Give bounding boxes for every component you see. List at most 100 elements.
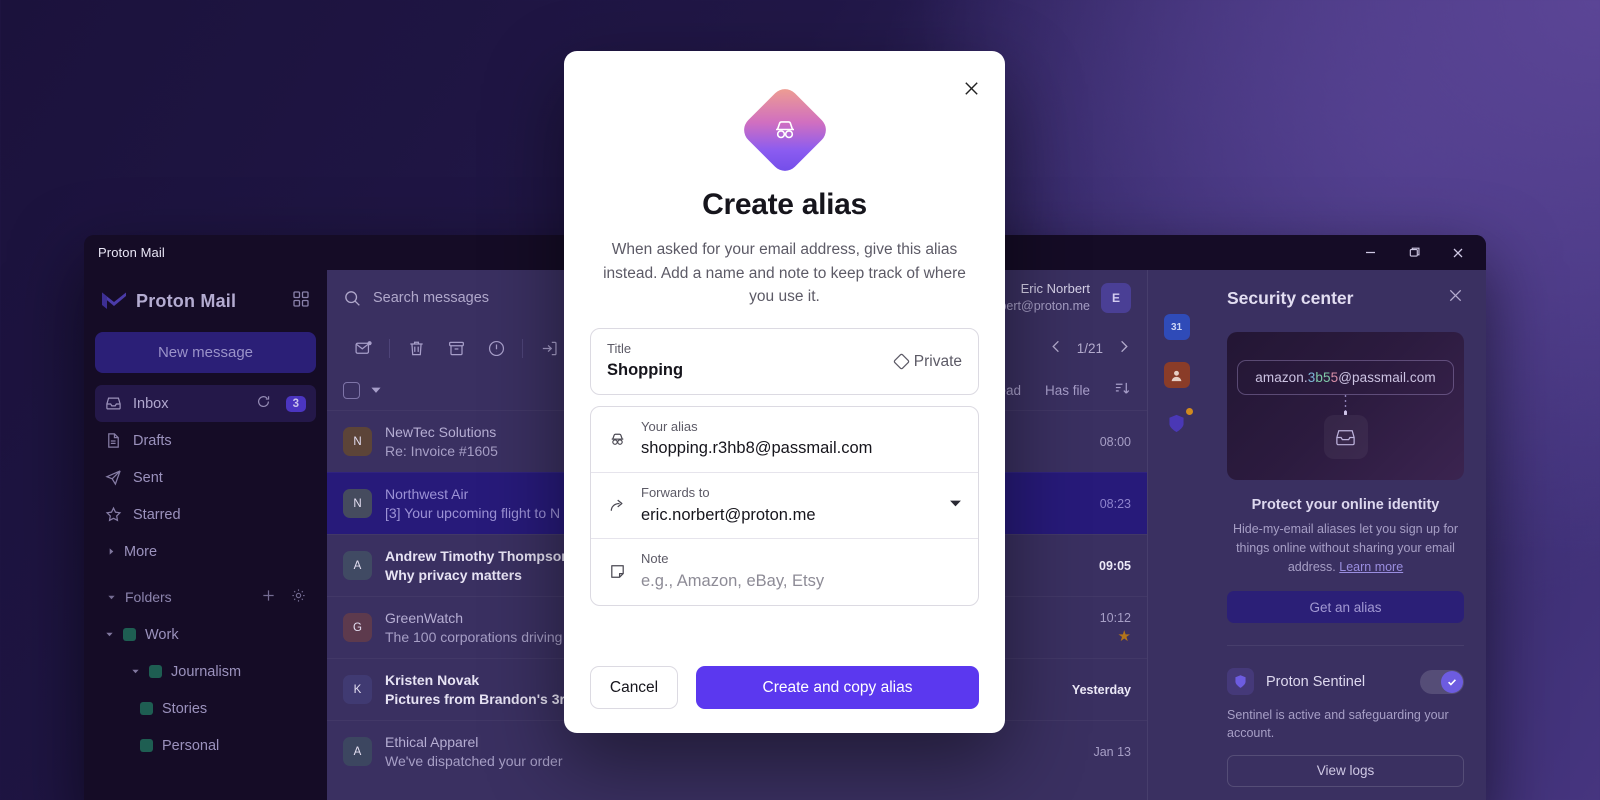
promo-illustration: amazon.3b55@passmail.com [1227, 332, 1464, 480]
chevron-down-icon[interactable] [370, 384, 382, 396]
alias-value[interactable]: shopping.r3hb8@passmail.com [641, 437, 962, 461]
filter-has-file[interactable]: Has file [1045, 383, 1090, 398]
sidebar-item-label: Drafts [133, 432, 172, 449]
chevron-down-icon[interactable] [949, 497, 962, 515]
learn-more-link[interactable]: Learn more [1339, 560, 1403, 574]
mark-unread-icon[interactable] [343, 333, 383, 363]
status-badge: Private [893, 353, 962, 371]
toolbar-divider [389, 338, 390, 358]
dotted-connector [1344, 395, 1347, 415]
chevron-down-icon[interactable] [131, 667, 140, 676]
calendar-day: 31 [1170, 321, 1183, 333]
sidebar-item-sent[interactable]: Sent [95, 459, 316, 496]
view-logs-button[interactable]: View logs [1227, 754, 1464, 787]
folder-stories[interactable]: Stories [95, 690, 316, 727]
minimize-button[interactable] [1348, 236, 1392, 269]
folder-label: Stories [162, 700, 208, 717]
avatar: A [343, 737, 372, 766]
note-field[interactable]: Note e.g., Amazon, eBay, Etsy [591, 538, 978, 604]
shield-icon[interactable] [1164, 408, 1193, 436]
check-icon [1448, 678, 1456, 686]
proton-sentinel-row: Proton Sentinel [1227, 668, 1464, 696]
sidebar-item-more[interactable]: More [95, 533, 316, 570]
promo-alias-text: amazon.3b55@passmail.com [1237, 360, 1454, 395]
privacy-label: Private [913, 352, 962, 370]
message-meta: 08:23 [1035, 497, 1131, 511]
prev-page-button[interactable] [1049, 339, 1064, 357]
title-input[interactable]: Shopping [607, 359, 879, 383]
calendar-icon[interactable]: 31 [1163, 314, 1190, 340]
archive-icon[interactable] [436, 333, 476, 363]
folder-color-swatch [149, 665, 162, 678]
folder-work[interactable]: Work [95, 616, 316, 653]
message-meta: 09:05 [1035, 559, 1131, 573]
sentinel-toggle[interactable] [1420, 669, 1464, 694]
message-time: 10:12 [1099, 611, 1131, 625]
diamond-icon [893, 353, 909, 370]
folder-journalism[interactable]: Journalism [95, 653, 316, 690]
move-to-icon[interactable] [529, 333, 569, 363]
sidebar-item-label: Sent [133, 469, 163, 486]
folder-settings-icon[interactable] [291, 588, 306, 606]
message-time: 08:23 [1099, 496, 1131, 511]
search-icon [345, 290, 360, 306]
app-switcher-icon[interactable] [292, 290, 310, 313]
folders-label: Folders [125, 589, 172, 605]
sidebar-item-drafts[interactable]: Drafts [95, 422, 316, 459]
avatar: N [343, 489, 372, 518]
alias-promo-card: amazon.3b55@passmail.com Protect your on… [1227, 326, 1464, 624]
chevron-down-icon[interactable] [107, 593, 116, 602]
spam-icon[interactable] [476, 333, 516, 363]
cancel-button[interactable]: Cancel [590, 666, 678, 709]
search-placeholder: Search messages [373, 290, 490, 306]
star-icon[interactable]: ★ [1035, 629, 1131, 644]
sidebar: Proton Mail New message Inbox 3 Drafts S… [84, 270, 327, 800]
title-body: Title Shopping [607, 340, 879, 383]
chevron-left-icon [1052, 340, 1059, 353]
forwards-value[interactable]: eric.norbert@proton.me [641, 504, 935, 528]
app-rail: 31 [1147, 270, 1205, 800]
refresh-icon[interactable] [256, 394, 271, 413]
sentinel-description: Sentinel is active and safeguarding your… [1227, 708, 1449, 741]
incognito-icon [737, 83, 832, 177]
create-and-copy-alias-button[interactable]: Create and copy alias [696, 666, 979, 709]
dialog-title: Create alias [702, 188, 867, 221]
next-page-button[interactable] [1116, 339, 1131, 357]
page-indicator: 1/21 [1076, 340, 1103, 356]
sort-icon[interactable] [1114, 380, 1131, 400]
dialog-actions: Cancel Create and copy alias [590, 666, 979, 709]
message-time: Jan 13 [1093, 744, 1131, 759]
notification-dot [1185, 408, 1193, 415]
message-meta: 10:12 ★ [1035, 611, 1131, 644]
sent-icon [105, 470, 121, 486]
get-an-alias-button[interactable]: Get an alias [1227, 591, 1464, 624]
title-label: Title [607, 341, 632, 357]
folder-label: Personal [162, 737, 220, 754]
add-folder-icon[interactable] [261, 588, 276, 606]
close-icon[interactable] [1447, 287, 1464, 309]
avatar[interactable]: E [1101, 282, 1131, 313]
note-input[interactable]: e.g., Amazon, eBay, Etsy [641, 570, 962, 594]
security-center-panel: Security center amazon.3b55@passmail.com [1205, 270, 1486, 800]
inbox-icon [106, 397, 121, 410]
new-message-button[interactable]: New message [95, 332, 316, 373]
chevron-down-icon[interactable] [105, 630, 114, 639]
alias-body: Your alias shopping.r3hb8@passmail.com [641, 418, 962, 461]
title-field[interactable]: Title Shopping Private [591, 329, 978, 394]
sidebar-item-inbox[interactable]: Inbox 3 [95, 385, 316, 422]
forwards-field[interactable]: Forwards to eric.norbert@proton.me [591, 472, 978, 538]
sidebar-item-starred[interactable]: Starred [95, 496, 316, 533]
avatar: A [343, 551, 372, 580]
trash-icon[interactable] [396, 333, 436, 363]
close-window-button[interactable] [1436, 236, 1480, 269]
dialog-subtitle: When asked for your email address, give … [603, 241, 966, 306]
folder-personal[interactable]: Personal [95, 727, 316, 764]
contacts-icon[interactable] [1163, 362, 1190, 388]
maximize-button[interactable] [1392, 236, 1436, 269]
close-icon[interactable] [956, 73, 986, 103]
promo-body: Hide-my-email aliases let you sign up fo… [1227, 520, 1464, 576]
divider [1227, 645, 1464, 647]
message-time: Yesterday [1071, 682, 1131, 697]
alias-field[interactable]: Your alias shopping.r3hb8@passmail.com [591, 407, 978, 472]
select-all-checkbox[interactable] [343, 381, 360, 399]
